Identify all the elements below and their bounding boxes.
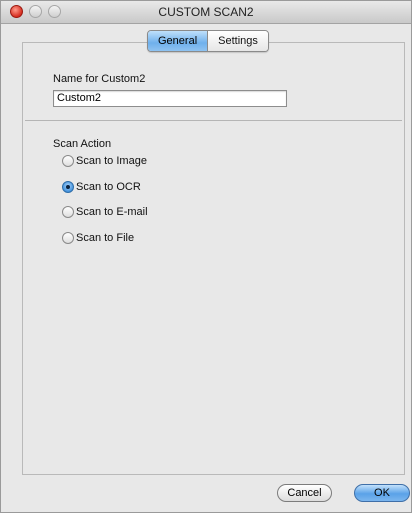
radio-checked-icon[interactable]	[62, 181, 74, 193]
radio-unchecked-icon[interactable]	[62, 206, 74, 218]
radio-label-scan-to-image: Scan to Image	[76, 155, 147, 167]
name-field-label: Name for Custom2	[53, 73, 146, 85]
radio-label-scan-to-file: Scan to File	[76, 232, 135, 244]
window-title: CUSTOM SCAN2	[158, 5, 254, 19]
radio-unchecked-icon[interactable]	[62, 155, 74, 167]
custom-scan-dialog: CUSTOM SCAN2 General Settings Name for C…	[0, 0, 412, 513]
ok-button[interactable]: OK	[354, 484, 410, 502]
tab-general[interactable]: General	[148, 31, 208, 51]
tab-settings[interactable]: Settings	[207, 31, 268, 51]
radio-scan-to-email[interactable]: Scan to E-mail	[62, 206, 148, 218]
radio-scan-to-file[interactable]: Scan to File	[62, 232, 134, 244]
name-field[interactable]: Custom2	[53, 90, 287, 107]
radio-unchecked-icon[interactable]	[62, 232, 74, 244]
radio-scan-to-image[interactable]: Scan to Image	[62, 155, 147, 167]
tab-bar: General Settings	[147, 30, 269, 52]
cancel-button[interactable]: Cancel	[277, 484, 332, 502]
radio-label-scan-to-ocr: Scan to OCR	[76, 181, 141, 193]
title-bar[interactable]: CUSTOM SCAN2	[1, 1, 411, 24]
radio-label-scan-to-email: Scan to E-mail	[76, 206, 148, 218]
section-divider	[25, 120, 402, 121]
scan-action-label: Scan Action	[53, 138, 112, 150]
radio-scan-to-ocr[interactable]: Scan to OCR	[62, 181, 141, 193]
